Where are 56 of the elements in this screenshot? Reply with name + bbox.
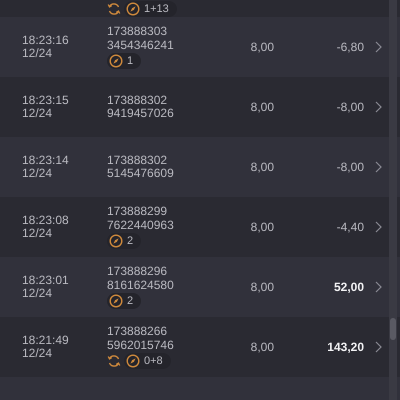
round-id: 3454346241 [107,38,175,52]
bonus-count: 0+8 [144,354,163,368]
compass-icon [109,294,123,308]
stake-amount: 8,00 [250,100,274,114]
round-id: 173888266 [107,325,168,338]
stake-amount: 8,00 [250,340,274,354]
date-text: 12/24 [22,47,54,60]
stake-amount: 8,00 [250,40,274,54]
result-amount: 143,20 [327,340,364,354]
time-text: 18:23:08 [22,214,70,227]
time-text: 18:23:15 [22,94,70,107]
stake-amount: 8,00 [250,280,274,294]
round-id: 8161624580 [107,278,175,292]
scrollbar-thumb[interactable] [390,318,396,340]
time-text: 18:23:16 [22,34,70,47]
compass-icon [109,234,123,248]
result-amount: 52,00 [334,280,364,294]
round-id: 173888303 [107,25,168,38]
bonus-count: 2 [127,234,134,248]
round-id: 173888302 [107,154,168,167]
bonus-count: 2 [127,294,134,308]
refresh-icon [107,2,121,16]
refresh-icon [107,354,121,368]
bonus-count: 1 [127,54,134,68]
result-amount: -6,80 [336,40,364,54]
result-amount: -8,00 [336,160,364,174]
round-id: 173888299 [107,205,168,218]
scrollbar[interactable] [389,0,397,400]
stake-amount: 8,00 [250,160,274,174]
chevron-right-icon [375,161,382,173]
round-id: 5145476609 [107,167,175,180]
round-id: 173888302 [107,94,168,107]
round-id: 5962015746 [107,338,175,352]
compass-icon [126,2,140,16]
compass-icon [109,54,123,68]
round-id: 9419457026 [107,107,175,120]
chevron-right-icon [375,101,382,113]
date-text: 12/24 [22,107,54,120]
stake-amount: 8,00 [250,220,274,234]
time-text: 18:23:14 [22,154,70,167]
date-text: 12/24 [22,227,54,240]
time-text: 18:21:49 [22,334,70,347]
bonus-count: 1+13 [144,2,169,16]
chevron-right-icon [375,221,382,233]
round-id: 173888296 [107,265,168,278]
date-text: 12/24 [22,287,54,300]
time-text: 18:23:01 [22,274,70,287]
round-id: 7622440963 [107,218,175,232]
date-text: 12/24 [22,167,54,180]
chevron-right-icon [375,281,382,293]
chevron-right-icon [375,341,382,353]
result-amount: -8,00 [336,100,364,114]
chevron-right-icon [375,41,382,53]
date-text: 12/24 [22,347,54,360]
result-amount: -4,40 [336,220,364,234]
compass-icon [126,354,140,368]
